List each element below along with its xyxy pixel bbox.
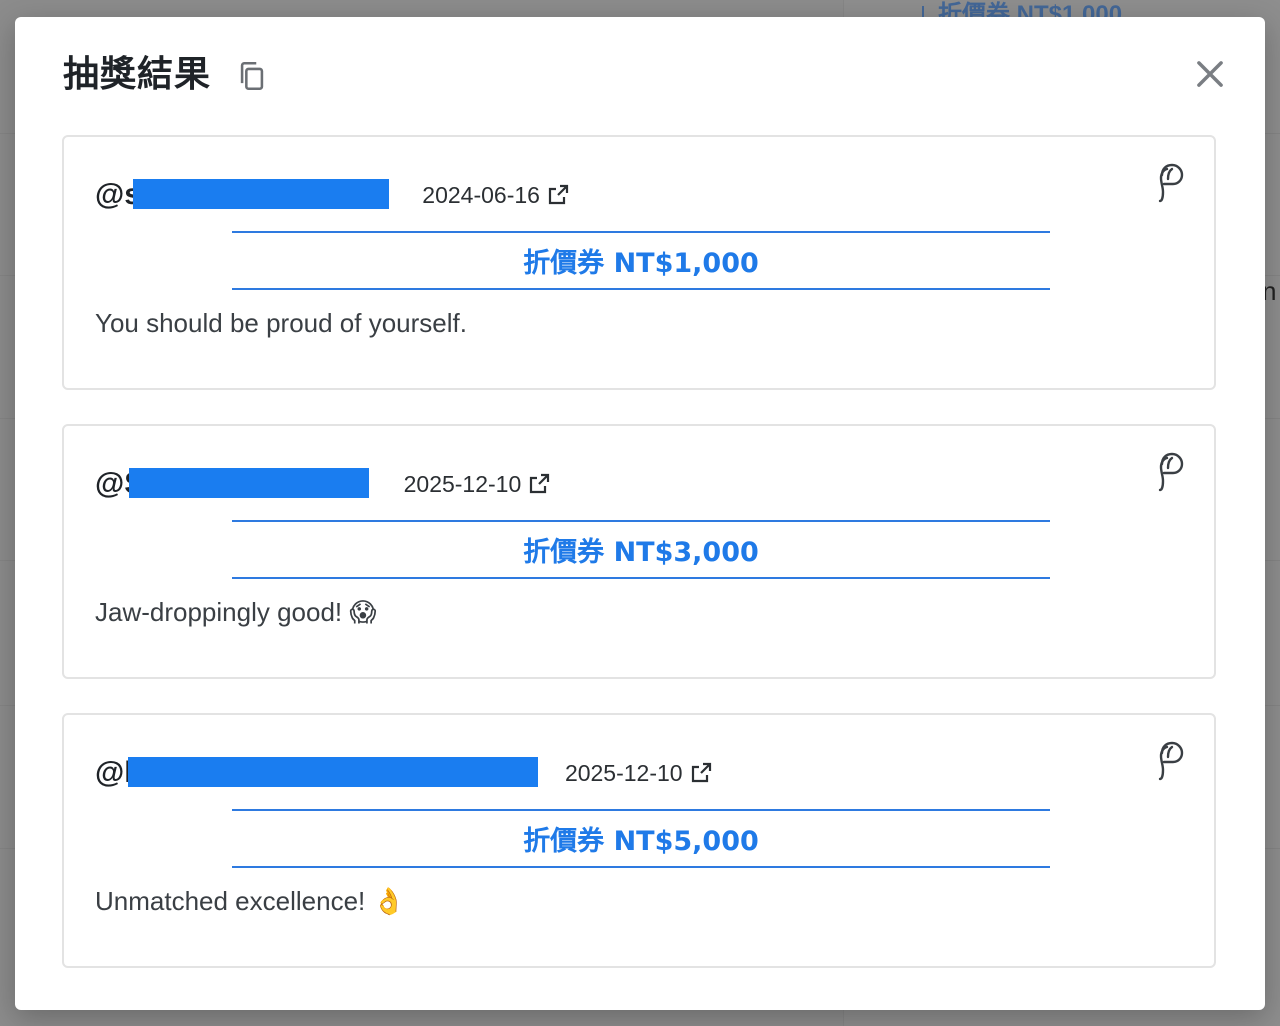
comment-date: 2025-12-10 (564, 759, 683, 786)
redaction-bar (133, 179, 389, 209)
prize-label: 折價券 NT$5,000 (523, 826, 759, 857)
threads-logo-icon[interactable] (1150, 161, 1186, 205)
modal-title: 抽獎結果 (63, 54, 212, 95)
winner-handle[interactable]: @s (95, 178, 414, 212)
prize-divider-top (232, 520, 1050, 522)
result-card: @l 2025-12-10 折價券 NT$5,000 Unmatched exc… (62, 713, 1216, 968)
threads-logo-icon[interactable] (1150, 739, 1186, 783)
comment-text: Unmatched excellence! 👌 (95, 886, 405, 916)
redaction-bar (128, 757, 538, 787)
comment-text: You should be proud of yourself. (95, 308, 467, 338)
external-link-icon[interactable] (689, 761, 713, 785)
lottery-result-modal: 抽獎結果 @s 2024-06-16 折價券 NT$1,000 You shou… (15, 17, 1265, 1010)
result-card: @s 2024-06-16 折價券 NT$1,000 You should be… (62, 135, 1216, 390)
comment-date: 2025-12-10 (403, 470, 522, 497)
prize-divider-bottom (232, 288, 1050, 290)
winner-handle[interactable]: @S (95, 467, 396, 501)
redaction-bar (129, 468, 369, 498)
threads-logo-icon[interactable] (1150, 450, 1186, 494)
card-header: @l 2025-12-10 (95, 753, 713, 793)
prize-label: 折價券 NT$3,000 (523, 537, 759, 568)
external-link-icon[interactable] (546, 183, 570, 207)
external-link-icon[interactable] (527, 472, 551, 496)
prize-label: 折價券 NT$1,000 (523, 248, 759, 279)
result-card: @S 2025-12-10 折價券 NT$3,000 Jaw-droppingl… (62, 424, 1216, 679)
winner-handle[interactable]: @l (95, 756, 557, 790)
handle-prefix: @l (95, 756, 133, 789)
prize-divider-top (232, 809, 1050, 811)
prize-divider-top (232, 231, 1050, 233)
comment-date: 2024-06-16 (422, 181, 540, 208)
copy-icon[interactable] (235, 59, 269, 93)
card-header: @s 2024-06-16 (95, 175, 570, 215)
prize-divider-bottom (232, 577, 1050, 579)
comment-text: Jaw-droppingly good! 😱 (95, 597, 377, 627)
close-icon[interactable] (1191, 55, 1229, 93)
prize-divider-bottom (232, 866, 1050, 868)
card-header: @S 2025-12-10 (95, 464, 551, 504)
